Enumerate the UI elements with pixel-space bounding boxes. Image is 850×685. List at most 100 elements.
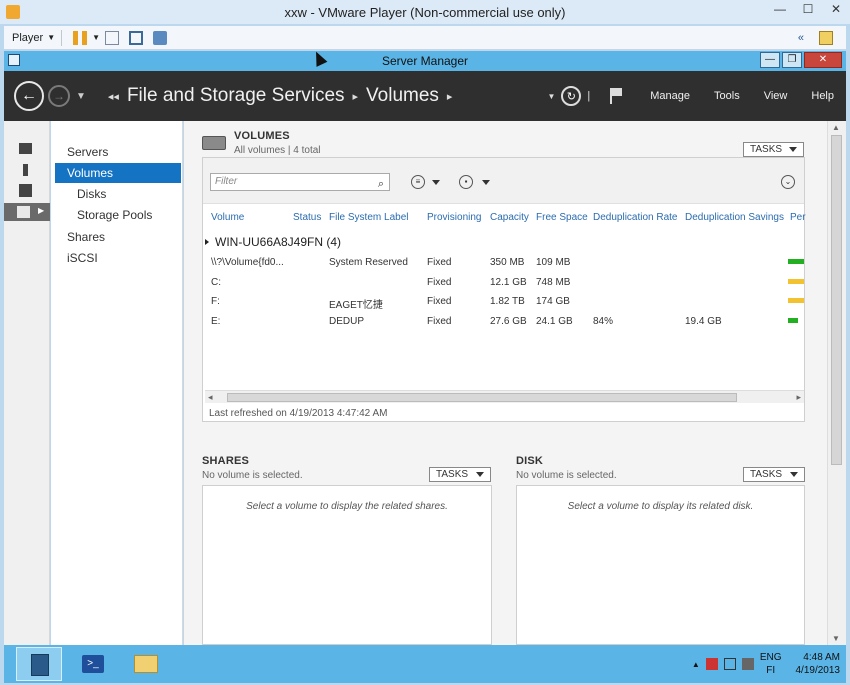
- taskbar-powershell[interactable]: >_: [70, 647, 116, 681]
- sm-restore-button[interactable]: ❐: [782, 52, 802, 68]
- col-status[interactable]: Status: [293, 212, 321, 223]
- percent-used-bar: [788, 259, 804, 264]
- chevron-down-icon[interactable]: ▼: [92, 33, 100, 42]
- menu-help[interactable]: Help: [811, 90, 834, 102]
- cell-provisioning: Fixed: [427, 316, 452, 327]
- language-indicator[interactable]: ENG FI: [760, 651, 782, 677]
- message-icon[interactable]: [819, 30, 833, 45]
- nav-item-disks[interactable]: Disks: [55, 184, 181, 204]
- taskbar-server-manager[interactable]: [16, 647, 62, 681]
- fullscreen-icon[interactable]: [129, 30, 144, 45]
- vertical-scrollbar[interactable]: ▲ ▼: [827, 121, 846, 645]
- col-capacity[interactable]: Capacity: [490, 212, 529, 223]
- breadcrumb-arrows-icon: ◂◂: [107, 90, 119, 103]
- col-percent[interactable]: Per: [790, 212, 806, 223]
- volumes-tasks-button[interactable]: TASKS: [743, 142, 804, 157]
- chevron-down-icon[interactable]: [482, 180, 490, 185]
- col-volume[interactable]: Volume: [211, 212, 244, 223]
- network-icon[interactable]: [105, 30, 120, 45]
- save-query-button[interactable]: ▪: [459, 175, 473, 189]
- nav-item-shares[interactable]: Shares: [55, 227, 181, 247]
- col-file-system-label[interactable]: File System Label: [329, 212, 408, 223]
- cell-label: EAGET忆捷: [329, 300, 383, 311]
- local-server-icon[interactable]: [23, 164, 28, 176]
- all-servers-icon[interactable]: [19, 184, 32, 197]
- close-button[interactable]: ✕: [828, 3, 844, 17]
- shares-subtitle: No volume is selected.: [202, 470, 303, 481]
- scroll-down-icon[interactable]: ▼: [832, 634, 840, 643]
- taskbar-file-explorer[interactable]: [122, 647, 168, 681]
- dashboard-icon[interactable]: [19, 143, 32, 154]
- server-group-row[interactable]: WIN-UU66A8J49FN (4): [203, 235, 341, 249]
- notifications-flag-icon[interactable]: [610, 88, 623, 104]
- network-icon[interactable]: [723, 658, 736, 670]
- percent-used-bar: [788, 279, 804, 284]
- show-hidden-icons-icon[interactable]: ▲: [692, 660, 700, 669]
- menu-view[interactable]: View: [764, 90, 788, 102]
- col-free-space[interactable]: Free Space: [536, 212, 588, 223]
- forward-button[interactable]: →: [48, 85, 70, 107]
- sm-close-button[interactable]: ✕: [804, 52, 842, 68]
- list-options-button[interactable]: ≡: [411, 175, 425, 189]
- scrollbar-thumb[interactable]: [831, 135, 842, 465]
- nav-item-servers[interactable]: Servers: [55, 142, 181, 162]
- server-manager-titlebar: Server Manager — ❐ ✕: [4, 51, 846, 71]
- horizontal-scrollbar[interactable]: ◂ ▸: [205, 390, 804, 403]
- player-menu[interactable]: Player ▼: [12, 32, 55, 44]
- volume-muted-icon[interactable]: [741, 658, 754, 670]
- header-divider: |: [587, 90, 591, 102]
- cell-provisioning: Fixed: [427, 296, 452, 307]
- nav-item-iscsi[interactable]: iSCSI: [55, 248, 181, 268]
- nav-item-storage-pools[interactable]: Storage Pools: [55, 205, 181, 225]
- col-dedup-savings[interactable]: Deduplication Savings: [685, 212, 784, 223]
- scroll-right-icon[interactable]: ▸: [796, 392, 801, 403]
- unity-icon[interactable]: [153, 30, 168, 45]
- maximize-button[interactable]: ☐: [800, 3, 816, 17]
- search-icon[interactable]: ⌕: [378, 176, 384, 192]
- cell-label: System Reserved: [329, 257, 408, 268]
- expand-arrow-icon[interactable]: ▶: [38, 206, 44, 215]
- menu-tools[interactable]: Tools: [714, 90, 740, 102]
- system-tray: ▲ ENG FI 4:48 AM 4/19/2013: [692, 645, 840, 683]
- shares-title: SHARES: [202, 455, 250, 467]
- col-provisioning[interactable]: Provisioning: [427, 212, 481, 223]
- navigation-pane: Servers Volumes Disks Storage Pools Shar…: [51, 121, 183, 645]
- action-center-flag-icon[interactable]: [705, 658, 718, 670]
- scrollbar-thumb[interactable]: [227, 393, 737, 402]
- collapse-triangle-icon[interactable]: [205, 239, 209, 245]
- disk-pane: Select a volume to display its related d…: [516, 485, 805, 645]
- file-storage-icon[interactable]: [17, 206, 30, 218]
- shares-tasks-button[interactable]: TASKS: [429, 467, 491, 482]
- cell-volume: \\?\Volume{fd0...: [211, 257, 284, 268]
- scroll-up-icon[interactable]: ▲: [832, 123, 840, 132]
- cell-free-space: 748 MB: [536, 277, 571, 288]
- sm-minimize-button[interactable]: —: [760, 52, 780, 68]
- cell-free-space: 24.1 GB: [536, 316, 573, 327]
- chevron-down-icon[interactable]: ▼: [547, 92, 555, 101]
- language-code: ENG: [759, 652, 782, 663]
- breadcrumb-file-storage[interactable]: File and Storage Services: [127, 85, 345, 107]
- col-dedup-rate[interactable]: Deduplication Rate: [593, 212, 678, 223]
- disk-tasks-button[interactable]: TASKS: [743, 467, 805, 482]
- menu-manage[interactable]: Manage: [650, 90, 690, 102]
- chevron-down-icon[interactable]: [432, 180, 440, 185]
- expand-filter-button[interactable]: ⌄: [781, 175, 795, 189]
- scroll-left-icon[interactable]: ◂: [208, 392, 213, 403]
- cell-free-space: 109 MB: [536, 257, 571, 268]
- nav-item-volumes[interactable]: Volumes: [55, 163, 181, 183]
- volumes-table: Filter ⌕ ≡ ▪ ⌄ Volume Status File System…: [202, 157, 806, 422]
- clock[interactable]: 4:48 AM 4/19/2013: [796, 651, 841, 677]
- pause-icon[interactable]: [73, 30, 88, 45]
- refresh-button[interactable]: ↻: [561, 86, 582, 106]
- minimize-button[interactable]: —: [772, 3, 788, 17]
- cell-capacity: 350 MB: [490, 257, 525, 268]
- breadcrumb-volumes[interactable]: Volumes: [366, 85, 439, 107]
- server-manager-header: ← → ▼ ◂◂ File and Storage Services ▸ Vol…: [4, 71, 846, 121]
- history-dropdown-icon[interactable]: ▼: [76, 91, 86, 102]
- arrow-left-icon: ←: [21, 87, 37, 104]
- cell-dedup-savings: 19.4 GB: [685, 316, 722, 327]
- back-button[interactable]: ←: [14, 81, 44, 111]
- filter-input[interactable]: Filter ⌕: [210, 173, 390, 191]
- collapse-left-icon[interactable]: «: [798, 32, 804, 44]
- shares-pane: Select a volume to display the related s…: [202, 485, 492, 645]
